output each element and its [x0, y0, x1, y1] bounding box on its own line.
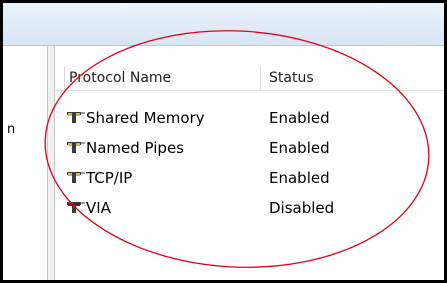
protocol-icon — [67, 202, 85, 213]
list-item-via[interactable]: VIA Disabled — [55, 198, 444, 220]
protocol-name: VIA — [86, 199, 111, 217]
protocol-icon — [67, 142, 85, 153]
column-header-protocol-name[interactable]: Protocol Name — [69, 70, 171, 86]
protocol-status: Enabled — [269, 139, 330, 157]
column-divider[interactable] — [260, 66, 261, 90]
left-pane-clipped-text: n — [7, 122, 16, 137]
protocol-status: Disabled — [269, 199, 335, 217]
left-pane: n — [3, 46, 47, 280]
window-title-bar — [3, 3, 444, 46]
column-header-status[interactable]: Status — [269, 70, 314, 86]
list-item-tcp-ip[interactable]: TCP/IP Enabled — [55, 168, 444, 190]
protocol-name: Named Pipes — [86, 139, 184, 157]
column-divider[interactable] — [64, 66, 65, 90]
list-item-named-pipes[interactable]: Named Pipes Enabled — [55, 138, 444, 160]
protocol-status: Enabled — [269, 109, 330, 127]
protocols-list-pane: Protocol Name Status Shared Memory Enabl… — [55, 46, 444, 280]
window-frame: n Protocol Name Status Shared Memory Ena… — [0, 0, 447, 283]
list-item-shared-memory[interactable]: Shared Memory Enabled — [55, 108, 444, 130]
protocol-name: TCP/IP — [86, 169, 133, 187]
column-header-row: Protocol Name Status — [55, 66, 444, 91]
protocol-icon — [67, 112, 85, 123]
protocol-name: Shared Memory — [86, 109, 205, 127]
protocol-status: Enabled — [269, 169, 330, 187]
pane-splitter[interactable] — [47, 46, 55, 280]
protocol-icon — [67, 172, 85, 183]
